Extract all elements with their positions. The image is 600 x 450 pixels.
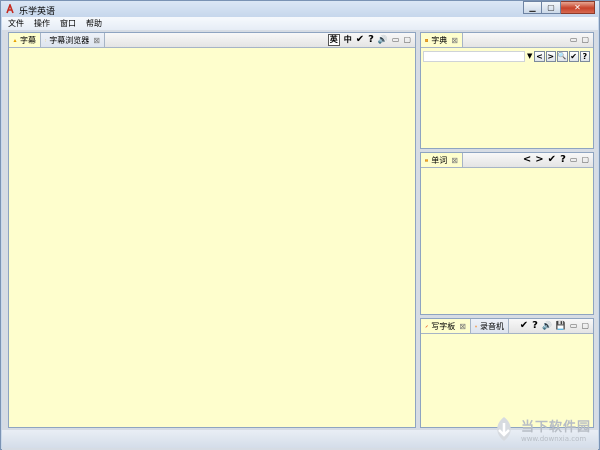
record-icon [475,325,477,327]
minimize-panel-icon[interactable]: ▭ [392,33,400,47]
dictionary-panel-controls: ▭ ▢ [568,33,591,47]
check-icon[interactable]: ✔ [568,50,579,62]
minimize-panel-icon[interactable]: ▭ [570,319,578,333]
check-icon[interactable]: ✔ [356,33,364,47]
help-icon[interactable]: ? [560,153,566,167]
speaker-icon[interactable]: 🔊 [378,33,388,47]
maximize-panel-icon[interactable]: ▢ [581,319,589,333]
client-area: 字幕 字幕浏览器 ⊠ 英 中 ✔ ? 🔊 ▭ ▢ 字典 ⊠ ▭ ▢ ▼ < > … [2,30,598,450]
tab-dictionary[interactable]: 字典 ⊠ [421,33,463,47]
tab-subtitle[interactable]: 字幕 [9,33,41,47]
tab-notepad-label: 写字板 [431,321,456,331]
check-icon[interactable]: ✔ [548,153,556,167]
words-panel: 单词 ⊠ < > ✔ ? ▭ ▢ [420,152,594,315]
next-button[interactable]: > [545,50,556,62]
maximize-button[interactable]: ▢ [542,1,561,14]
english-toggle-button[interactable]: 英 [327,34,340,46]
check-icon[interactable]: ✔ [520,319,528,333]
dictionary-search-row: ▼ < > 🔍 ✔ ? [423,49,591,63]
dictionary-panel: 字典 ⊠ ▭ ▢ ▼ < > 🔍 ✔ ? [420,32,594,149]
window-controls: ▁ ▢ ✕ [523,1,595,14]
subtitle-tab-icon [13,38,17,42]
dictionary-search-input[interactable] [423,50,525,62]
menu-window[interactable]: 窗口 [54,17,80,30]
maximize-panel-icon[interactable]: ▢ [581,33,589,47]
chevron-down-icon[interactable]: ▼ [527,52,532,60]
help-icon[interactable]: ? [368,33,374,47]
maximize-panel-icon[interactable]: ▢ [581,153,589,167]
watermark-logo-icon [497,417,511,441]
book-icon [425,38,429,42]
chinese-toggle-button[interactable]: 中 [344,33,352,47]
app-window: 乐学英语 ▁ ▢ ✕ 文件 操作 窗口 帮助 字幕 字幕浏览器 ⊠ 英 中 ✔ … [0,0,600,450]
prev-icon[interactable]: < [523,153,531,167]
window-title: 乐学英语 [19,7,56,17]
tab-subtitle-browser-label: 字幕浏览器 [49,35,90,45]
menu-file[interactable]: 文件 [2,17,28,30]
tab-recorder-label: 录音机 [480,321,504,331]
watermark-site-name: 当下软件园 [520,419,591,435]
menu-operate[interactable]: 操作 [28,17,54,30]
speaker-icon[interactable]: 🔊 [542,319,552,333]
watermark: 当下软件园 www.downxia.com [490,415,591,443]
minimize-button[interactable]: ▁ [523,1,542,14]
search-icon[interactable]: 🔍 [556,50,568,62]
menu-bar: 文件 操作 窗口 帮助 [2,17,598,30]
tab-close-icon[interactable]: ⊠ [93,36,100,45]
tab-notepad[interactable]: 写字板 ⊠ [421,319,471,333]
dictionary-panel-tabbar: 字典 ⊠ ▭ ▢ [421,33,593,48]
word-card-icon [425,158,429,162]
subtitle-panel-tabbar: 字幕 字幕浏览器 ⊠ 英 中 ✔ ? 🔊 ▭ ▢ [9,33,415,48]
minimize-panel-icon[interactable]: ▭ [570,153,578,167]
watermark-url: www.downxia.com [520,434,587,443]
notepad-panel-tabbar: 写字板 ⊠ 录音机 ✔ ? 🔊 💾 ▭ ▢ [421,319,593,334]
next-icon[interactable]: > [535,153,543,167]
words-panel-tabbar: 单词 ⊠ < > ✔ ? ▭ ▢ [421,153,593,168]
close-button[interactable]: ✕ [561,1,595,14]
minimize-panel-icon[interactable]: ▭ [570,33,578,47]
help-icon[interactable]: ? [532,319,538,333]
tab-dictionary-label: 字典 [431,35,448,45]
tab-subtitle-label: 字幕 [20,35,36,45]
words-toolbar: < > ✔ ? ▭ ▢ [521,153,591,167]
title-bar[interactable]: 乐学英语 ▁ ▢ ✕ [1,1,599,17]
app-logo-icon [6,4,14,14]
maximize-panel-icon[interactable]: ▢ [403,33,411,47]
watermark-text: 当下软件园 www.downxia.com [521,416,591,443]
tab-subtitle-browser[interactable]: 字幕浏览器 ⊠ [41,33,105,47]
tab-recorder[interactable]: 录音机 [471,319,509,333]
notepad-toolbar: ✔ ? 🔊 💾 ▭ ▢ [518,319,591,333]
subtitle-panel: 字幕 字幕浏览器 ⊠ 英 中 ✔ ? 🔊 ▭ ▢ [8,32,416,428]
save-icon[interactable]: 💾 [556,319,566,333]
tab-words-label: 单词 [431,155,448,165]
tab-words[interactable]: 单词 ⊠ [421,153,463,167]
notepad-panel: 写字板 ⊠ 录音机 ✔ ? 🔊 💾 ▭ ▢ [420,318,594,428]
tab-close-icon[interactable]: ⊠ [451,36,458,45]
document-icon [45,39,47,41]
tab-close-icon[interactable]: ⊠ [459,322,466,331]
prev-button[interactable]: < [534,50,545,62]
tab-close-icon[interactable]: ⊠ [451,156,458,165]
help-icon[interactable]: ? [579,50,590,62]
menu-help[interactable]: 帮助 [80,17,106,30]
pencil-icon [425,324,428,328]
subtitle-toolbar: 英 中 ✔ ? 🔊 ▭ ▢ [326,33,413,47]
